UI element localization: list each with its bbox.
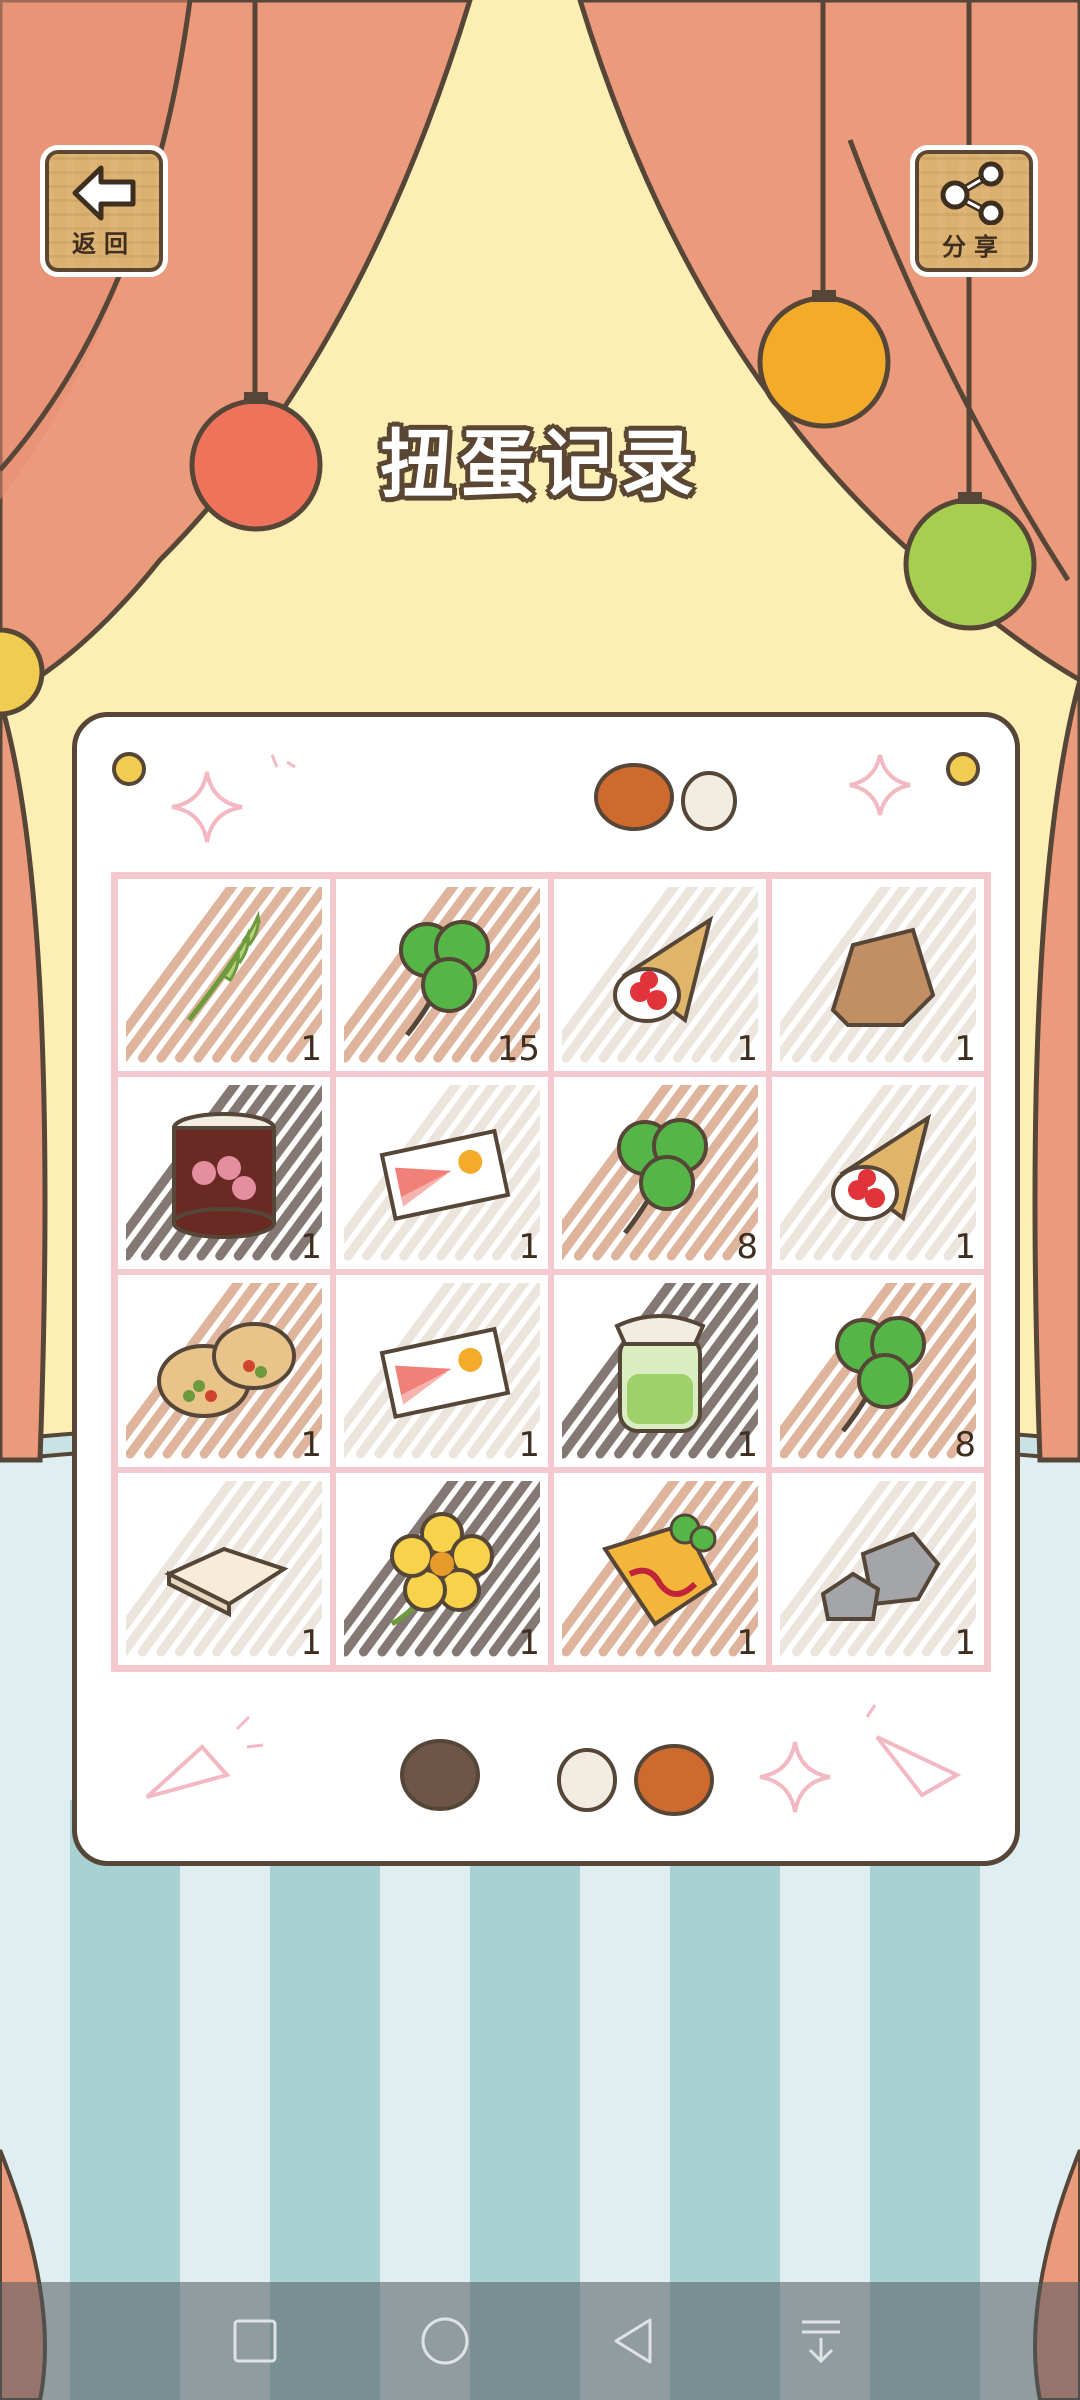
item-count: 1 bbox=[300, 1227, 322, 1267]
notification-pull-button[interactable] bbox=[756, 2282, 886, 2400]
grid-cell-amulet-ticket[interactable]: 1 bbox=[333, 1074, 551, 1272]
grid-cell-clover[interactable]: 8 bbox=[551, 1074, 769, 1272]
red-bean-can-icon bbox=[172, 1112, 276, 1239]
back-icon bbox=[614, 2318, 652, 2364]
home-icon bbox=[421, 2317, 469, 2365]
grid-cell-rock[interactable]: 1 bbox=[769, 876, 987, 1074]
page-title: 扭蛋记录 bbox=[380, 422, 700, 508]
system-navigation-bar bbox=[0, 2282, 1080, 2400]
item-count: 15 bbox=[496, 1029, 540, 1069]
strawberry-crepe-icon bbox=[831, 1113, 932, 1222]
omelette-wrap-icon bbox=[601, 1513, 718, 1627]
item-count: 1 bbox=[954, 1623, 976, 1663]
share-button-label: 分享 bbox=[942, 232, 1006, 261]
grid-cell-omelette-wrap[interactable]: 1 bbox=[551, 1470, 769, 1668]
item-grid: 1 15 1 1 1 1 8 1 1 1 1 8 1 1 1 1 bbox=[111, 872, 991, 1672]
grid-cell-grey-stones[interactable]: 1 bbox=[769, 1470, 987, 1668]
amulet-ticket-icon bbox=[379, 1128, 511, 1222]
rock-icon bbox=[830, 927, 936, 1027]
item-count: 1 bbox=[518, 1425, 540, 1465]
tofu-sheet-icon bbox=[164, 1546, 289, 1618]
item-count: 1 bbox=[954, 1227, 976, 1267]
strawberry-crepe-icon bbox=[613, 915, 714, 1024]
grid-cell-grass-stalk[interactable]: 1 bbox=[115, 876, 333, 1074]
grid-cell-green-jam-jar[interactable]: 1 bbox=[551, 1272, 769, 1470]
grass-stalk-icon bbox=[187, 910, 262, 1022]
clover-icon bbox=[835, 1316, 926, 1433]
bean-buns-icon bbox=[157, 1322, 296, 1418]
item-count: 1 bbox=[518, 1227, 540, 1267]
yellow-flower-icon bbox=[390, 1512, 494, 1627]
item-count: 1 bbox=[518, 1623, 540, 1663]
item-count: 1 bbox=[954, 1029, 976, 1069]
grid-cell-amulet-ticket[interactable]: 1 bbox=[333, 1272, 551, 1470]
recent-apps-button[interactable] bbox=[190, 2282, 320, 2400]
back-button[interactable]: 返回 bbox=[40, 145, 168, 277]
grid-cell-red-bean-can[interactable]: 1 bbox=[115, 1074, 333, 1272]
notification-pull-icon bbox=[802, 2320, 840, 2364]
clover-icon bbox=[399, 920, 490, 1037]
gacha-record-card: 1 15 1 1 1 1 8 1 1 1 1 8 1 1 1 1 bbox=[72, 712, 1020, 1866]
item-count: 1 bbox=[736, 1425, 758, 1465]
item-count: 1 bbox=[736, 1029, 758, 1069]
item-count: 8 bbox=[736, 1227, 758, 1267]
item-count: 8 bbox=[954, 1425, 976, 1465]
grid-cell-yellow-flower[interactable]: 1 bbox=[333, 1470, 551, 1668]
grid-cell-clover[interactable]: 15 bbox=[333, 876, 551, 1074]
grid-cell-clover[interactable]: 8 bbox=[769, 1272, 987, 1470]
arrow-left-icon bbox=[72, 165, 136, 220]
recent-apps-icon bbox=[233, 2319, 277, 2363]
game-scene: 返回 分享 扭蛋记录 1 15 1 1 1 1 8 1 1 1 1 8 1 1 … bbox=[0, 0, 1080, 2400]
clover-icon bbox=[617, 1118, 708, 1235]
home-button[interactable] bbox=[380, 2282, 510, 2400]
grey-stones-icon bbox=[820, 1531, 941, 1621]
back-button-label: 返回 bbox=[72, 229, 136, 258]
item-count: 1 bbox=[736, 1623, 758, 1663]
item-count: 1 bbox=[300, 1623, 322, 1663]
grid-cell-bean-buns[interactable]: 1 bbox=[115, 1272, 333, 1470]
item-count: 1 bbox=[300, 1029, 322, 1069]
grid-cell-strawberry-crepe[interactable]: 1 bbox=[769, 1074, 987, 1272]
share-icon bbox=[940, 161, 1004, 225]
grid-cell-tofu-sheet[interactable]: 1 bbox=[115, 1470, 333, 1668]
amulet-ticket-icon bbox=[379, 1326, 511, 1420]
back-nav-button[interactable] bbox=[568, 2282, 698, 2400]
grid-cell-strawberry-crepe[interactable]: 1 bbox=[551, 876, 769, 1074]
share-button[interactable]: 分享 bbox=[910, 145, 1038, 277]
item-count: 1 bbox=[300, 1425, 322, 1465]
green-jam-jar-icon bbox=[614, 1314, 706, 1433]
